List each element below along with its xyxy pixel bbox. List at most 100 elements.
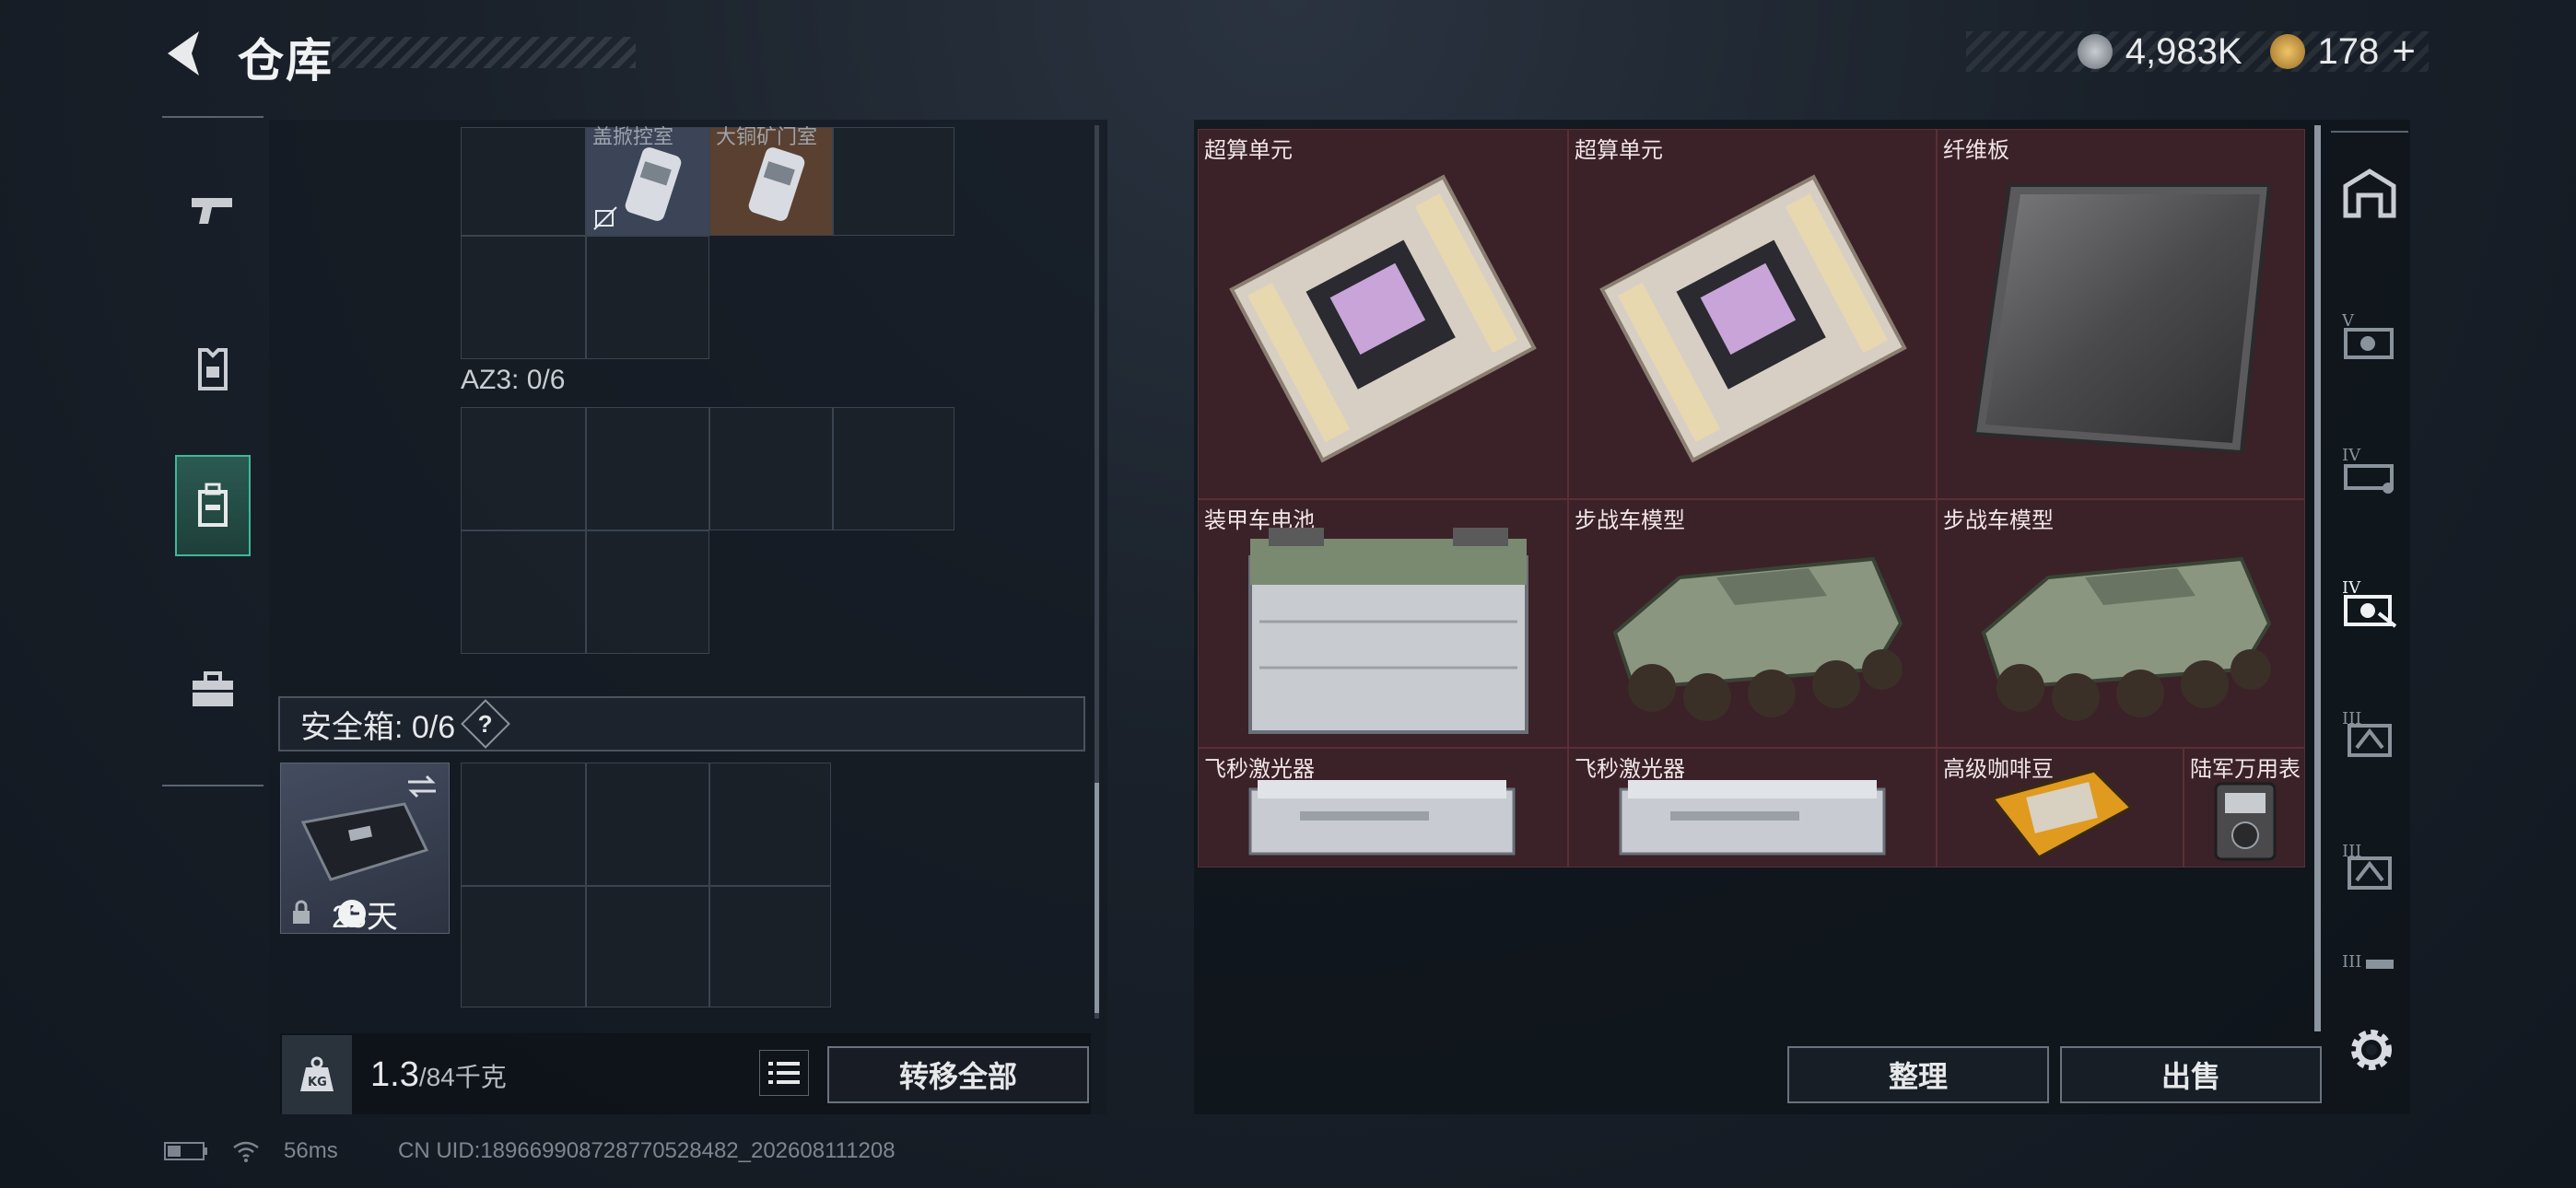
multimeter-icon	[2214, 782, 2277, 861]
armor-vest-icon	[198, 348, 228, 390]
inventory-item-slot[interactable]: 大铜矿门室	[709, 125, 833, 236]
inventory-cell[interactable]	[461, 407, 586, 530]
silver-coin-icon	[2077, 34, 2113, 69]
page-title: 仓库	[238, 35, 334, 87]
stash-item[interactable]: 飞秒激光器	[1568, 748, 1937, 868]
transfer-all-button[interactable]: 转移全部	[827, 1046, 1089, 1103]
safebox-header: 安全箱: 0/6 ?	[278, 696, 1085, 751]
keycard-icon	[625, 147, 682, 221]
inventory-cell[interactable]	[461, 236, 586, 359]
svg-text:III: III	[2342, 952, 2361, 972]
stash-item[interactable]: 陆军万用表	[2184, 748, 2305, 868]
sort-button[interactable]: 整理	[1787, 1046, 2049, 1103]
user-uid: CN UID:189669908728770528482_20260811120…	[398, 1138, 896, 1163]
category-tier-iii-c[interactable]: III	[2340, 939, 2399, 998]
stash-item[interactable]: 飞秒激光器	[1198, 748, 1568, 868]
stash-item[interactable]: 纤维板	[1937, 129, 2305, 499]
inventory-cell[interactable]	[709, 407, 833, 530]
gear-icon[interactable]	[2344, 1022, 2399, 1077]
inventory-cell[interactable]	[586, 407, 709, 530]
wifi-icon	[233, 1141, 259, 1162]
tier-iii-item-icon: III	[2342, 709, 2392, 757]
lock-icon	[293, 900, 310, 924]
safebox-cell[interactable]	[709, 763, 831, 886]
stash-item[interactable]: 高级咖啡豆	[1937, 748, 2184, 868]
svg-text:V: V	[2342, 311, 2355, 331]
inventory-cell[interactable]	[461, 127, 586, 236]
case-days-left: 23天	[332, 900, 398, 935]
title-decoration	[332, 37, 636, 68]
help-button[interactable]: ?	[461, 699, 511, 749]
weight-value: 1.3/84千克	[370, 1055, 507, 1095]
weapon-tab[interactable]	[175, 158, 251, 260]
backpack-icon	[198, 483, 228, 527]
inventory-cell[interactable]	[586, 530, 709, 654]
ping-value: 56ms	[284, 1138, 338, 1163]
stash-item[interactable]: 步战车模型	[1937, 499, 2305, 748]
svg-text:IV: IV	[2342, 446, 2361, 465]
item-name: 陆军万用表	[2190, 757, 2301, 782]
category-tier-iii[interactable]: III	[2340, 704, 2399, 763]
add-currency-button[interactable]: +	[2392, 29, 2416, 75]
keycard-icon	[748, 147, 805, 221]
tier-iii-item-icon: III	[2342, 842, 2392, 890]
equipment-nav	[162, 116, 263, 786]
inventory-cell[interactable]	[833, 127, 954, 236]
stash-item[interactable]: 超算单元	[1198, 129, 1568, 499]
battery-icon	[164, 1142, 207, 1160]
list-icon	[768, 1062, 800, 1084]
category-tier-iv[interactable]: IV	[2340, 440, 2399, 499]
currency-bar: 4,983K 178 +	[1966, 29, 2429, 75]
safebox-label: 安全箱: 0/6	[300, 709, 456, 745]
weight-icon: KG	[282, 1035, 352, 1114]
safebox-cell[interactable]	[586, 886, 709, 1007]
tier-iv-item-icon: IV	[2342, 446, 2394, 494]
svg-text:KG: KG	[308, 1076, 327, 1089]
pistol-icon	[192, 198, 232, 224]
weight-current: 1.3	[370, 1055, 419, 1094]
coffee-beans-icon	[1990, 769, 2134, 859]
stash-item[interactable]: 超算单元	[1568, 129, 1937, 499]
category-tier-v[interactable]: V	[2340, 306, 2399, 365]
weight-max: /84千克	[418, 1063, 507, 1091]
toolbox-tab[interactable]	[175, 639, 251, 740]
category-all[interactable]	[2340, 164, 2399, 223]
no-insure-icon	[593, 206, 617, 230]
safebox-cell[interactable]	[709, 886, 831, 1007]
az3-label: AZ3: 0/6	[461, 365, 566, 395]
inventory-item-slot[interactable]: 盖掀控室	[586, 125, 709, 236]
supercomputer-unit-icon	[1229, 174, 1537, 463]
vault-icon	[2343, 169, 2396, 218]
stash-item[interactable]: 步战车模型	[1568, 499, 1937, 748]
category-tier-iii-b[interactable]: III	[2340, 836, 2399, 895]
sell-button[interactable]: 出售	[2060, 1046, 2322, 1103]
stash-item[interactable]: 装甲车电池	[1198, 499, 1568, 748]
safebox-cell[interactable]	[461, 886, 586, 1007]
armor-tab[interactable]	[175, 319, 251, 420]
inventory-scroll-thumb[interactable]	[1095, 783, 1099, 1013]
help-icon: ?	[478, 709, 494, 738]
inventory-cell[interactable]	[833, 407, 954, 530]
gold-amount: 178	[2317, 30, 2380, 72]
stash-scroll-thumb[interactable]	[2314, 125, 2321, 1031]
list-view-button[interactable]	[759, 1050, 809, 1096]
gold-coin-icon	[2269, 34, 2305, 69]
case-icon	[300, 802, 429, 881]
backpack-tab[interactable]	[175, 455, 251, 556]
armored-vehicle-battery-icon	[1248, 528, 1528, 734]
inventory-cell[interactable]	[461, 530, 586, 654]
back-arrow-icon[interactable]	[158, 26, 214, 81]
supercomputer-unit-icon	[1599, 174, 1907, 463]
ifv-model-icon	[1981, 556, 2272, 721]
safebox-cell[interactable]	[586, 763, 709, 886]
ifv-model-icon	[1612, 556, 1903, 721]
category-tier-iv-tools[interactable]: IV	[2340, 573, 2399, 632]
tier-iv-tools-icon: IV	[2342, 578, 2397, 628]
inventory-cell[interactable]	[586, 236, 709, 359]
tier-v-item-icon: V	[2342, 311, 2394, 359]
toolbox-icon	[193, 671, 233, 706]
safebox-cell[interactable]	[461, 763, 586, 886]
svg-text:IV: IV	[2342, 578, 2361, 598]
tier-iii-item-icon: III	[2342, 952, 2394, 972]
fiberboard-icon	[1972, 183, 2272, 455]
